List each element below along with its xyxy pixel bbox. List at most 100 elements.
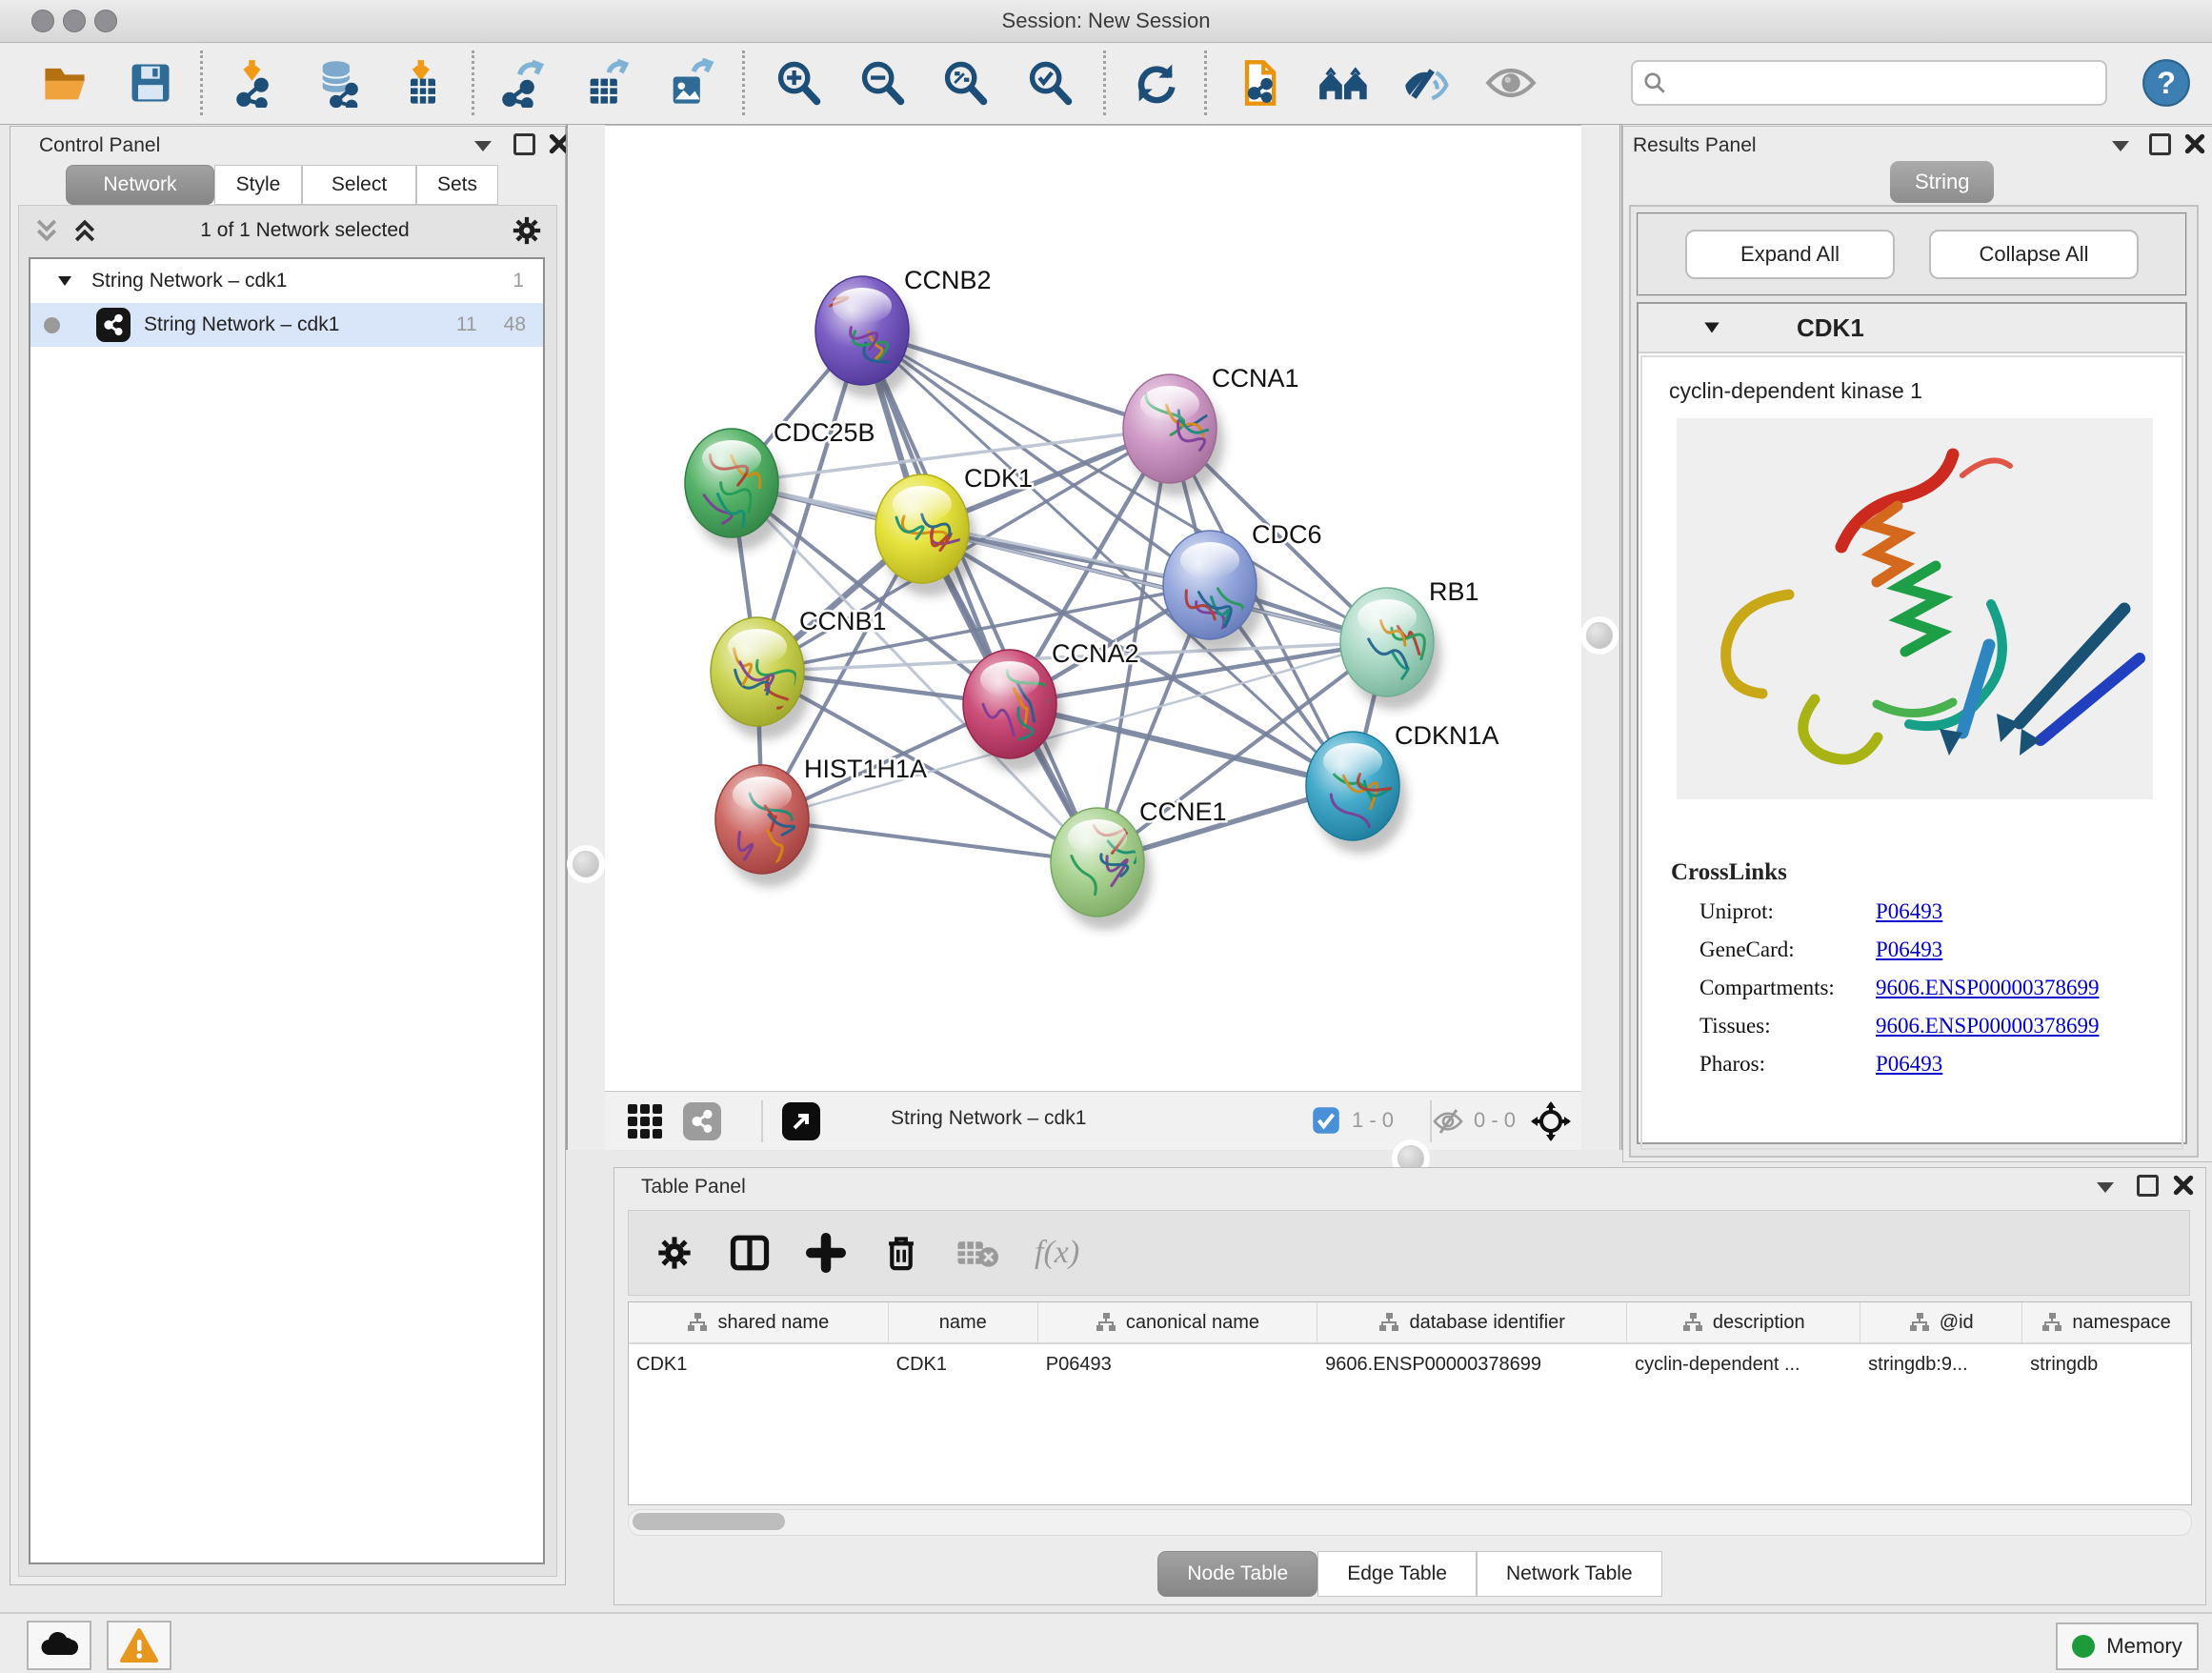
collapse-section-icon[interactable] [1701,317,1722,338]
tab-style[interactable]: Style [214,165,302,205]
table-cell[interactable]: CDK1 [889,1344,1038,1384]
column-label: @id [1940,1312,1974,1334]
panel-float-icon[interactable] [2149,133,2171,155]
network-node-cdkn1a[interactable] [1306,732,1407,854]
memory-button[interactable]: Memory [2056,1623,2199,1670]
cloud-status-button[interactable] [27,1621,91,1670]
network-share-icon[interactable] [683,1102,721,1140]
network-node-ccna1[interactable] [1123,374,1224,496]
export-network-icon[interactable] [497,56,551,110]
network-node-cdk1[interactable] [875,474,976,596]
collapse-all-button[interactable]: Collapse All [1929,230,2139,279]
column-header-namespace[interactable]: namespace [2022,1302,2191,1342]
panel-menu-icon[interactable] [2097,1182,2114,1193]
network-view-canvas[interactable]: CCNB2CCNA1CDC25BCDK1CDC6RB1CCNB1CCNA2CDK… [605,125,1581,1092]
first-neighbors-document-icon[interactable] [1233,56,1286,110]
hide-selected-eye-slash-icon[interactable] [1401,56,1455,110]
tab-sets[interactable]: Sets [416,165,498,205]
birds-eye-view-icon[interactable] [782,1102,820,1140]
add-column-icon[interactable] [806,1233,846,1273]
network-node-rb1[interactable] [1340,588,1441,710]
column-header-canonical-name[interactable]: canonical name [1038,1302,1317,1342]
collapse-all-icon[interactable] [32,216,61,245]
column-header-database-identifier[interactable]: database identifier [1317,1302,1627,1342]
selected-checkbox-icon[interactable] [1312,1106,1340,1135]
column-header--id[interactable]: @id [1860,1302,2022,1342]
table-cell[interactable]: P06493 [1038,1344,1317,1384]
network-row-selected[interactable]: String Network – cdk1 11 48 [30,303,543,347]
fit-selected-crosshair-icon[interactable] [1531,1101,1571,1141]
import-table-icon[interactable] [396,56,450,110]
expand-all-icon[interactable] [70,216,99,245]
panel-float-icon[interactable] [513,133,535,155]
network-node-hist1h1a[interactable] [715,765,816,887]
table-gear-icon[interactable] [655,1234,694,1272]
save-session-icon[interactable] [124,56,177,110]
zoom-selected-icon[interactable] [1023,56,1076,110]
help-icon[interactable]: ? [2140,56,2193,110]
splitter-grip[interactable] [1586,622,1613,649]
table-row[interactable]: CDK1CDK1P064939606.ENSP00000378699cyclin… [629,1344,2191,1384]
open-session-icon[interactable] [38,56,91,110]
tab-node-table[interactable]: Node Table [1157,1551,1317,1597]
network-node-ccne1[interactable] [1051,808,1152,930]
table-horizontal-scrollbar[interactable] [628,1509,2192,1536]
column-header-shared-name[interactable]: shared name [629,1302,889,1342]
table-cell[interactable]: stringdb:9... [1860,1344,2022,1384]
grid-view-icon[interactable] [626,1102,664,1140]
crosslink-link[interactable]: 9606.ENSP00000378699 [1876,976,2100,1000]
table-cell[interactable]: CDK1 [629,1344,889,1384]
network-node-cdc25b[interactable] [685,429,786,551]
delete-trash-icon[interactable] [882,1233,920,1273]
tab-network[interactable]: Network [66,165,214,205]
table-cell[interactable]: stringdb [2022,1344,2191,1384]
network-view-toolbar: String Network – cdk1 1 - 0 0 - 0 [605,1091,1581,1151]
show-all-eye-icon[interactable] [1484,56,1538,110]
tab-select[interactable]: Select [302,165,416,205]
apply-layout-icon[interactable] [1129,56,1182,110]
tab-string[interactable]: String [1890,161,1994,203]
column-header-name[interactable]: name [889,1302,1038,1342]
hidden-eye-slash-icon[interactable] [1432,1107,1464,1136]
zoom-fit-icon[interactable] [938,56,992,110]
network-collection-row[interactable]: String Network – cdk1 1 [30,259,543,303]
search-box[interactable] [1631,60,2107,106]
split-columns-icon[interactable] [730,1233,770,1273]
import-network-database-icon[interactable] [312,56,365,110]
zoom-in-icon[interactable] [772,56,825,110]
table-cell[interactable]: cyclin-dependent ... [1627,1344,1860,1384]
gear-icon[interactable] [511,214,543,247]
crosslink-link[interactable]: P06493 [1876,937,1942,962]
export-image-icon[interactable] [663,56,716,110]
splitter-grip[interactable] [573,851,599,877]
crosslink-link[interactable]: 9606.ENSP00000378699 [1876,1014,2100,1038]
tab-network-table[interactable]: Network Table [1477,1551,1662,1597]
export-table-icon[interactable] [580,56,633,110]
crosslink-link[interactable]: P06493 [1876,899,1942,924]
right-splitter[interactable] [1581,125,1622,1150]
left-splitter[interactable] [566,125,607,1150]
panel-close-icon[interactable] [2184,133,2205,154]
zoom-out-icon[interactable] [855,56,909,110]
panel-menu-icon[interactable] [474,141,492,151]
panel-float-icon[interactable] [2137,1175,2159,1197]
column-header-description[interactable]: description [1627,1302,1860,1342]
houses-icon[interactable] [1317,56,1371,110]
network-node-ccna2[interactable] [963,650,1064,772]
network-node-ccnb2[interactable] [815,276,916,398]
network-node-cdc6[interactable] [1163,531,1264,653]
search-input[interactable] [1667,71,2081,95]
panel-close-icon[interactable] [2173,1175,2194,1196]
tree-expander-icon[interactable] [55,272,74,291]
edge-count: 48 [504,313,526,336]
protein-card-header[interactable]: CDK1 [1639,304,2185,353]
panel-menu-icon[interactable] [2112,141,2129,151]
warnings-button[interactable] [107,1621,171,1670]
crosslink-link[interactable]: P06493 [1876,1052,1942,1077]
expand-all-button[interactable]: Expand All [1685,230,1895,279]
table-cell[interactable]: 9606.ENSP00000378699 [1317,1344,1627,1384]
scrollbar-thumb[interactable] [633,1513,785,1530]
tab-edge-table[interactable]: Edge Table [1317,1551,1477,1597]
crosslink-row: GeneCard:P06493 [1699,937,2182,962]
import-network-file-icon[interactable] [231,56,285,110]
